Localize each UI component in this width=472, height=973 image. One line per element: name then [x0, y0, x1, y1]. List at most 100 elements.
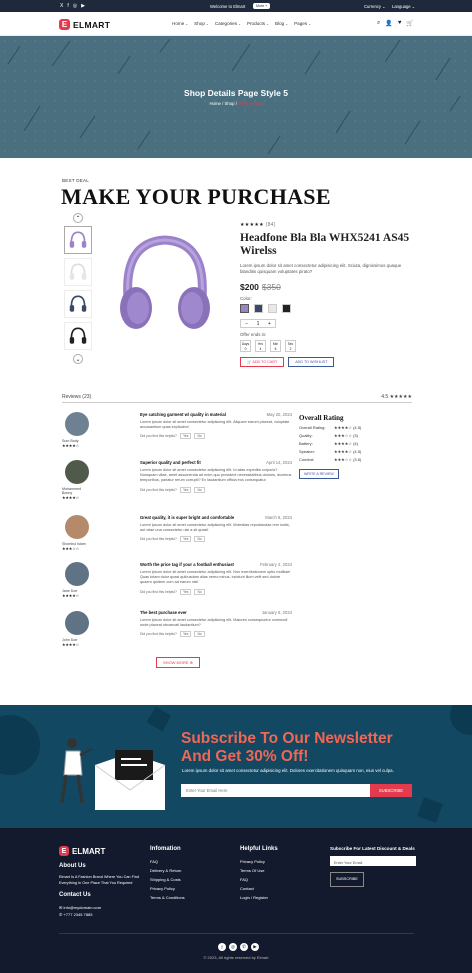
newsletter-subscribe-button[interactable]: SUBSCRIBE — [370, 784, 412, 797]
helpful-yes-button[interactable]: Yes — [179, 588, 192, 595]
footer-link[interactable]: Shipping & Costs — [150, 875, 220, 884]
rating-count[interactable]: (84) — [266, 222, 276, 228]
menu-blog[interactable]: Blog — [275, 21, 288, 26]
swatch-navy[interactable] — [254, 304, 263, 313]
qty-plus-button[interactable]: + — [264, 321, 274, 327]
avatar — [65, 611, 89, 635]
add-to-wishlist-button[interactable]: ADD TO WISHLIST — [288, 357, 335, 367]
review-card-5: The best purchase ever January 5, 2024 Lo… — [140, 610, 292, 638]
helpful-no-button[interactable]: No — [194, 433, 205, 440]
breadcrumb-home[interactable]: Home — [209, 101, 220, 106]
thumbnail-purple[interactable] — [64, 226, 92, 254]
top-bar: X f ◎ ▶ Welcome to Elmart More + Currenc… — [0, 0, 472, 12]
footer-divider — [59, 933, 414, 934]
swatch-purple[interactable] — [240, 304, 249, 313]
user-icon[interactable]: 👤 — [385, 20, 392, 27]
footer-subscribe-button[interactable]: SUBSCRIBE — [330, 872, 364, 887]
qty-minus-button[interactable]: − — [242, 321, 252, 327]
footer-link[interactable]: Delivery & Return — [150, 866, 220, 875]
cart-icon[interactable]: 🛒 — [406, 20, 413, 27]
footer-link[interactable]: Login / Register — [240, 893, 310, 902]
helpful-yes-button[interactable]: Yes — [179, 486, 192, 493]
reviewer-stars: ★★★★☆ — [62, 643, 80, 647]
review-body: Lorem ipsum dolor sit amet consectetur a… — [140, 523, 290, 533]
review-card-3: Great quality, it is super bright and co… — [140, 515, 292, 543]
menu-categories[interactable]: Categories — [215, 21, 241, 26]
helpful-yes-button[interactable]: Yes — [179, 631, 192, 638]
reviewer-1: Sum Body ★★★★☆ — [62, 412, 92, 448]
menu-products[interactable]: Products — [247, 21, 269, 26]
gallery-down-button[interactable]: ⌄ — [73, 354, 83, 364]
write-review-button[interactable]: WRITE A REVIEW — [299, 469, 339, 479]
breadcrumb: Home / Shop / Shop Details — [209, 101, 263, 106]
youtube-icon[interactable]: ▶ — [251, 943, 259, 951]
youtube-icon[interactable]: ▶ — [81, 3, 85, 9]
newsletter-headline: Subscribe To Our Newsletter And Get 30% O… — [181, 730, 393, 765]
reviews-count: Reviews (23) — [62, 394, 92, 400]
more-badge[interactable]: More + — [253, 2, 271, 9]
footer-link[interactable]: Terms & Conditions — [150, 893, 220, 902]
helpful-no-button[interactable]: No — [194, 536, 205, 543]
language-select[interactable]: Language ⌄ — [392, 4, 415, 9]
footer-logo[interactable]: E ELMART — [59, 846, 105, 856]
review-body: Lorem ipsum dolor sit amet consectetur a… — [140, 468, 292, 483]
footer-link[interactable]: Privacy Policy — [150, 884, 220, 893]
footer-social: f ◎ ✆ ▶ — [218, 943, 259, 951]
search-icon[interactable]: ⌕ — [377, 20, 380, 27]
helpful-no-button[interactable]: No — [194, 486, 205, 493]
heart-icon[interactable]: ♥ — [398, 20, 402, 27]
about-text: Elmart Is A Fashion Brand Where You Can … — [59, 875, 139, 885]
footer-link[interactable]: Terms Of Use — [240, 866, 310, 875]
menu-shop[interactable]: Shop — [194, 21, 209, 26]
logo[interactable]: E ELMART — [59, 19, 110, 30]
review-date: January 5, 2024 — [261, 610, 292, 615]
x-icon[interactable]: X — [60, 3, 63, 9]
rating-row-comfort: Comfort: ★★★☆☆ (3.5) — [299, 457, 362, 462]
reviewer-stars: ★★★☆☆ — [62, 547, 80, 551]
instagram-icon[interactable]: ◎ — [73, 3, 77, 9]
information-title: Infomation — [150, 846, 181, 852]
facebook-icon[interactable]: f — [67, 3, 68, 9]
thumbnail-navy[interactable] — [64, 290, 92, 318]
helpful-no-button[interactable]: No — [194, 631, 205, 638]
thumbnail-white[interactable] — [64, 258, 92, 286]
helpful-no-button[interactable]: No — [194, 588, 205, 595]
color-label: Color: — [240, 296, 252, 301]
review-helpful: Did you find this helpful? Yes No — [140, 433, 292, 440]
facebook-icon[interactable]: f — [218, 943, 226, 951]
review-body: Lorem ipsum dolor sit amet consectetur a… — [140, 618, 288, 628]
review-body: Lorem ipsum dolor sit amet consectetur a… — [140, 420, 290, 430]
qty-value[interactable]: 1 — [253, 321, 263, 327]
swatch-black[interactable] — [282, 304, 291, 313]
helpful-yes-button[interactable]: Yes — [179, 433, 192, 440]
swatch-white[interactable] — [268, 304, 277, 313]
currency-select[interactable]: Currency ⌄ — [364, 4, 386, 9]
instagram-icon[interactable]: ◎ — [229, 943, 237, 951]
menu-home[interactable]: Home — [172, 21, 188, 26]
footer-email-input[interactable]: Enter Your Email — [330, 856, 416, 866]
avatar — [65, 412, 89, 436]
show-more-button[interactable]: SHOW MORE ⊕ — [156, 657, 201, 668]
footer-link[interactable]: Contact — [240, 884, 310, 893]
timer-seconds: Sec 2 — [285, 340, 296, 352]
review-title: Eye catching garment w/ quality in mater… — [140, 412, 226, 417]
overall-rating-title: Overall Rating — [299, 414, 344, 422]
menu-pages[interactable]: Pages — [294, 21, 311, 26]
footer-link[interactable]: FAQ — [150, 857, 220, 866]
add-to-cart-button[interactable]: 🛒 ADD TO CART — [240, 357, 285, 367]
nav-icons: ⌕ 👤 ♥ 🛒 — [377, 20, 414, 27]
countdown-timer: Days 0 Hrs 4 Min 6 Sec 2 — [240, 340, 415, 352]
newsletter-email-input[interactable]: Enter Your Email Here — [181, 784, 370, 797]
review-title: Worth the price tag if your a football e… — [140, 562, 234, 567]
timer-hours: Hrs 4 — [255, 340, 266, 352]
contact-email[interactable]: ✉ info@mydomain.com — [59, 903, 139, 912]
footer: E ELMART About Us Elmart Is A Fashion Br… — [0, 828, 472, 973]
helpful-yes-button[interactable]: Yes — [179, 536, 192, 543]
whatsapp-icon[interactable]: ✆ — [240, 943, 248, 951]
thumbnail-black[interactable] — [64, 322, 92, 350]
breadcrumb-shop[interactable]: Shop — [225, 101, 235, 106]
footer-link[interactable]: FAQ — [240, 875, 310, 884]
footer-link[interactable]: Privacy Policy — [240, 857, 310, 866]
gallery-up-button[interactable]: ⌃ — [73, 213, 83, 223]
contact-phone[interactable]: ✆ +777 2345 7885 — [59, 912, 139, 918]
